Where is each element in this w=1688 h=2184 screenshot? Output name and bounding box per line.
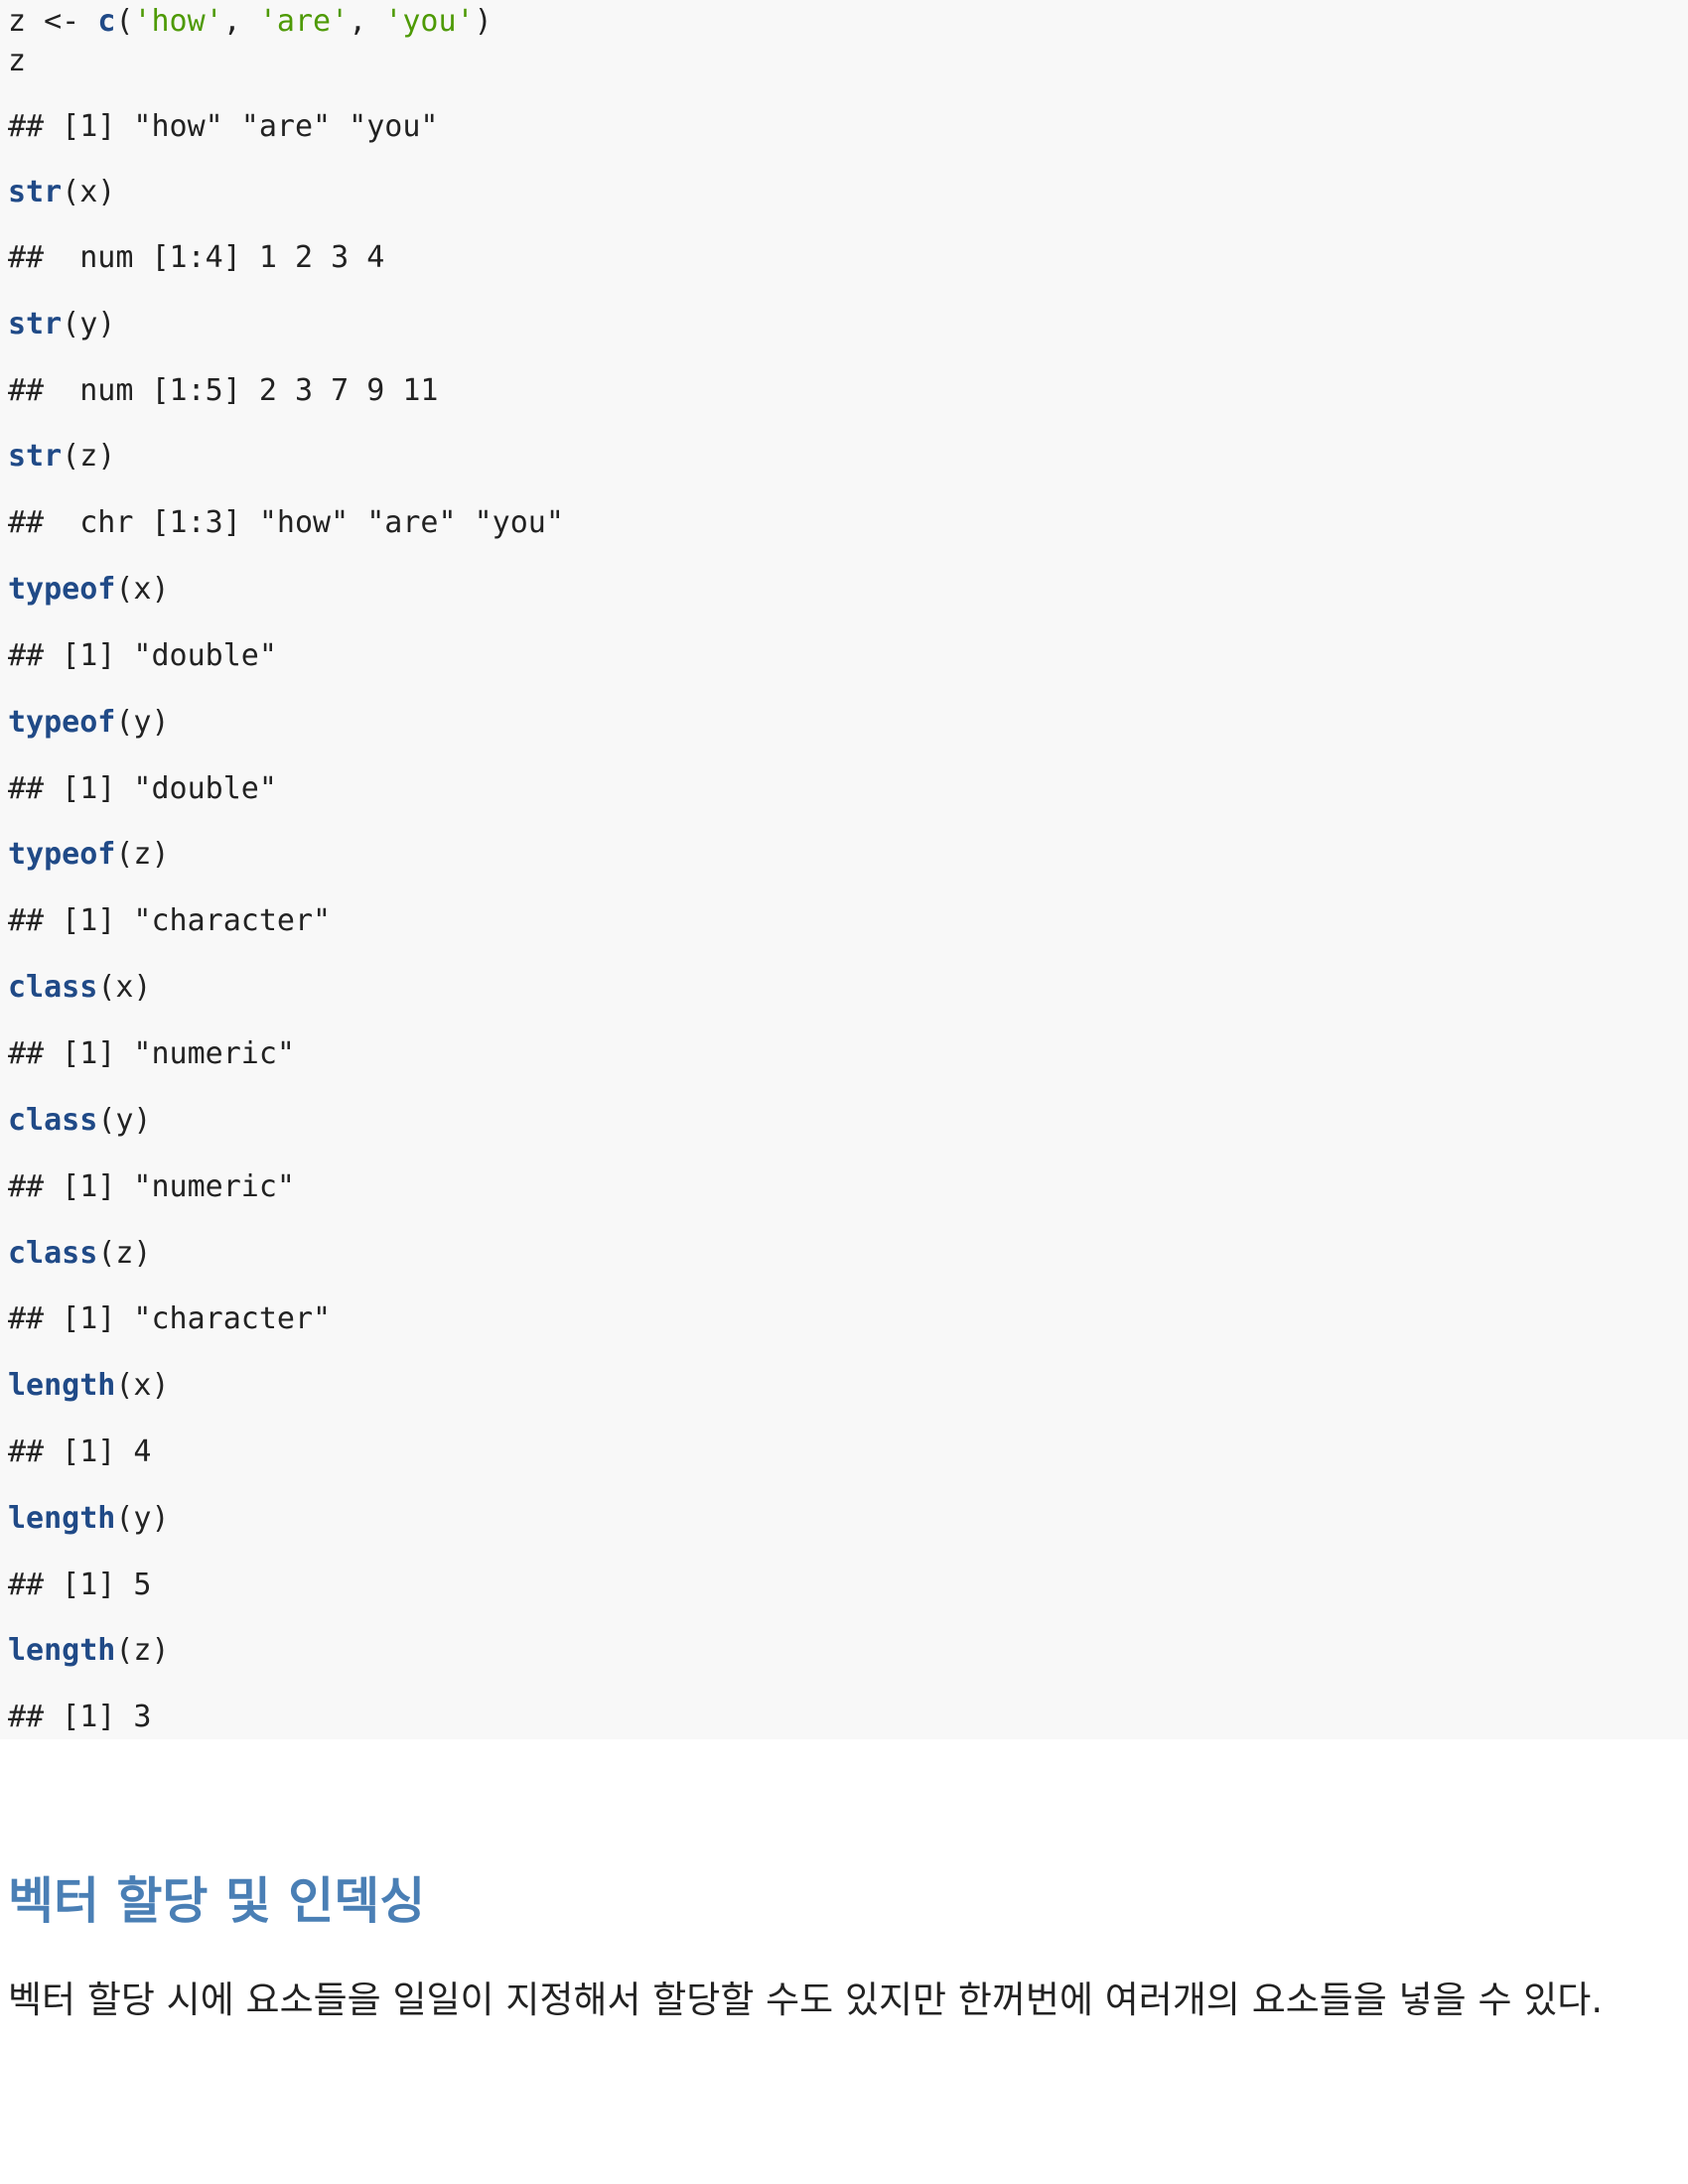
code-output: ## [1] "character" xyxy=(8,903,332,938)
code-line-z-assign: z <- c('how', 'are', 'you') xyxy=(8,2,492,42)
code-function: typeof xyxy=(8,705,116,740)
code-line-z: z xyxy=(8,44,27,78)
code-function: length xyxy=(8,1501,116,1536)
code-text: ) xyxy=(474,4,492,39)
code-block: z <- c('how', 'are', 'you') z ## [1] "ho… xyxy=(0,0,1688,1739)
code-call: class(x) xyxy=(8,968,152,1008)
code-arg: (y) xyxy=(62,307,116,341)
code-function: class xyxy=(8,1103,98,1138)
code-output: ## chr [1:3] "how" "are" "you" xyxy=(8,505,564,540)
code-arg: (z) xyxy=(62,439,116,474)
code-arg: (x) xyxy=(115,572,170,607)
code-string: 'are' xyxy=(258,4,350,39)
code-call: class(z) xyxy=(8,1234,152,1274)
code-call: length(y) xyxy=(8,1499,170,1539)
code-function: str xyxy=(8,307,63,341)
code-arg: (x) xyxy=(62,175,116,209)
code-arg: (x) xyxy=(97,970,152,1005)
code-call: typeof(z) xyxy=(8,835,170,875)
code-call: str(y) xyxy=(8,305,115,344)
code-arg: (z) xyxy=(115,1633,170,1668)
code-text: ( xyxy=(115,4,134,39)
code-output: ## [1] "double" xyxy=(8,771,277,806)
code-output: ## [1] "character" xyxy=(8,1301,332,1336)
code-arg: (x) xyxy=(115,1368,170,1403)
code-output: ## [1] "double" xyxy=(8,638,277,673)
code-output: ## [1] 3 xyxy=(8,1700,152,1734)
code-call: class(y) xyxy=(8,1101,152,1141)
code-function: str xyxy=(8,439,63,474)
code-output: ## [1] "how" "are" "you" xyxy=(8,109,439,144)
code-text: z <- xyxy=(8,4,98,39)
code-function: c xyxy=(97,4,116,39)
code-function: class xyxy=(8,970,98,1005)
code-output: ## [1] "numeric" xyxy=(8,1169,295,1204)
code-function: length xyxy=(8,1368,116,1403)
code-string: 'you' xyxy=(384,4,475,39)
code-output: ## num [1:4] 1 2 3 4 xyxy=(8,240,385,275)
code-output: ## [1] "numeric" xyxy=(8,1036,295,1071)
code-call: str(x) xyxy=(8,173,115,212)
code-output: ## [1] 5 xyxy=(8,1568,152,1602)
code-call: length(z) xyxy=(8,1631,170,1671)
code-function: typeof xyxy=(8,572,116,607)
code-function: str xyxy=(8,175,63,209)
code-output: ## num [1:5] 2 3 7 9 11 xyxy=(8,373,439,408)
code-call: length(x) xyxy=(8,1366,170,1406)
code-arg: (y) xyxy=(97,1103,152,1138)
code-function: length xyxy=(8,1633,116,1668)
code-text: , xyxy=(349,4,385,39)
section-paragraph: 벡터 할당 시에 요소들을 일일이 지정해서 할당할 수도 있지만 한꺼번에 여… xyxy=(8,1979,1604,2021)
code-arg: (z) xyxy=(115,837,170,872)
code-call: typeof(y) xyxy=(8,703,170,743)
code-call: typeof(x) xyxy=(8,570,170,610)
code-call: str(z) xyxy=(8,437,115,477)
code-arg: (y) xyxy=(115,1501,170,1536)
code-function: class xyxy=(8,1236,98,1271)
section-heading: 벡터 할당 및 인덱싱 xyxy=(8,1872,426,1930)
code-function: typeof xyxy=(8,837,116,872)
code-arg: (z) xyxy=(97,1236,152,1271)
code-arg: (y) xyxy=(115,705,170,740)
code-output: ## [1] 4 xyxy=(8,1434,152,1469)
code-string: 'how' xyxy=(133,4,223,39)
code-text: , xyxy=(222,4,259,39)
